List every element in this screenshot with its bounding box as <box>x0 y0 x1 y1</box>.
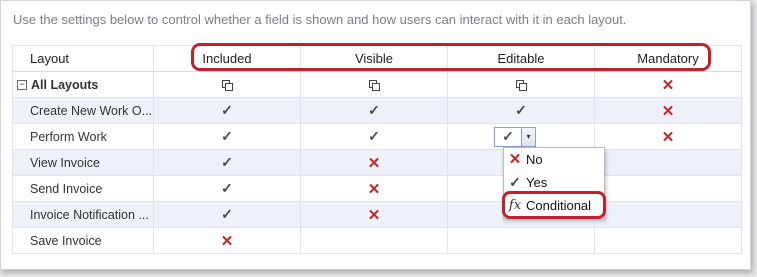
collapse-icon[interactable]: − <box>17 80 27 91</box>
layout-grid: Layout Included Visible Editable Mandato… <box>12 45 742 254</box>
copy-icon[interactable] <box>369 80 380 92</box>
copy-editable-cell[interactable] <box>447 71 595 98</box>
mandatory-cell[interactable]: ✕ <box>594 123 742 150</box>
included-cell[interactable]: ✓ <box>153 149 301 176</box>
option-label: Yes <box>526 174 548 190</box>
check-icon: ✓ <box>502 128 514 144</box>
group-row-all-layouts: − All Layouts ✕ <box>12 71 742 98</box>
conditional-option-highlight <box>502 191 606 219</box>
layout-name: Save Invoice <box>12 227 154 254</box>
editable-cell[interactable]: ✓ <box>447 97 595 124</box>
table-row: Invoice Notification ... ✓ ✕ <box>12 201 742 228</box>
layout-name: Perform Work <box>12 123 154 150</box>
visible-cell[interactable]: ✕ <box>300 149 448 176</box>
check-icon: ✓ <box>221 128 233 144</box>
included-cell[interactable]: ✓ <box>153 201 301 228</box>
copy-visible-cell[interactable] <box>300 71 448 98</box>
check-icon: ✓ <box>221 154 233 170</box>
dropdown-option-yes[interactable]: ✓ Yes <box>504 171 604 193</box>
check-icon: ✓ <box>221 206 233 222</box>
check-icon: ✓ <box>368 102 380 118</box>
visible-cell[interactable]: ✕ <box>300 201 448 228</box>
mandatory-cell <box>594 201 742 228</box>
cross-icon: ✕ <box>508 151 522 168</box>
layout-name: Send Invoice <box>12 175 154 202</box>
group-label: All Layouts <box>31 77 99 92</box>
table-row: Perform Work ✓ ✓ ✓ ▾ ✕ <box>12 123 742 150</box>
layout-name: Create New Work O... <box>12 97 154 124</box>
copy-included-cell[interactable] <box>153 71 301 98</box>
layout-name: Invoice Notification ... <box>12 201 154 228</box>
editable-cell-editor[interactable]: ✓ ▾ <box>494 126 536 147</box>
visible-cell[interactable]: ✓ <box>300 123 448 150</box>
included-cell[interactable]: ✕ <box>153 227 301 254</box>
table-row: Send Invoice ✓ ✕ <box>12 175 742 202</box>
dropdown-option-no[interactable]: ✕ No <box>504 148 604 170</box>
group-cell: − All Layouts <box>12 71 154 98</box>
table-row: Create New Work O... ✓ ✓ ✓ ✕ <box>12 97 742 124</box>
mandatory-cell <box>594 227 742 254</box>
included-cell[interactable]: ✓ <box>153 123 301 150</box>
mandatory-cell[interactable]: ✕ <box>594 97 742 124</box>
included-cell[interactable]: ✓ <box>153 175 301 202</box>
visible-cell[interactable]: ✓ <box>300 97 448 124</box>
mandatory-cell[interactable]: ✕ <box>594 71 742 98</box>
cross-icon: ✕ <box>220 232 234 250</box>
copy-icon[interactable] <box>222 80 233 92</box>
table-row: View Invoice ✓ ✕ <box>12 149 742 176</box>
check-icon: ✓ <box>221 102 233 118</box>
editable-cell <box>447 227 595 254</box>
check-icon: ✓ <box>509 173 521 190</box>
layout-name: View Invoice <box>12 149 154 176</box>
column-header-layout[interactable]: Layout <box>12 45 154 72</box>
included-cell[interactable]: ✓ <box>153 97 301 124</box>
cross-icon: ✕ <box>367 154 381 172</box>
check-icon: ✓ <box>515 102 527 118</box>
column-headers-highlight <box>191 43 711 71</box>
mandatory-cell <box>594 175 742 202</box>
table-row: Save Invoice ✕ <box>12 227 742 254</box>
dropdown-arrow-icon[interactable]: ▾ <box>521 127 535 146</box>
cross-icon: ✕ <box>367 206 381 224</box>
intro-text: Use the settings below to control whethe… <box>13 12 627 27</box>
layout-settings-panel: Use the settings below to control whethe… <box>0 0 751 270</box>
visible-cell <box>300 227 448 254</box>
check-icon: ✓ <box>221 180 233 196</box>
check-icon: ✓ <box>368 128 380 144</box>
cross-icon: ✕ <box>367 180 381 198</box>
visible-cell[interactable]: ✕ <box>300 175 448 202</box>
cross-icon: ✕ <box>661 128 675 146</box>
copy-icon[interactable] <box>516 80 527 92</box>
cross-icon: ✕ <box>661 76 675 94</box>
cross-icon: ✕ <box>661 102 675 120</box>
editable-cell[interactable]: ✓ ▾ <box>447 123 595 150</box>
mandatory-cell <box>594 149 742 176</box>
option-label: No <box>526 151 543 167</box>
